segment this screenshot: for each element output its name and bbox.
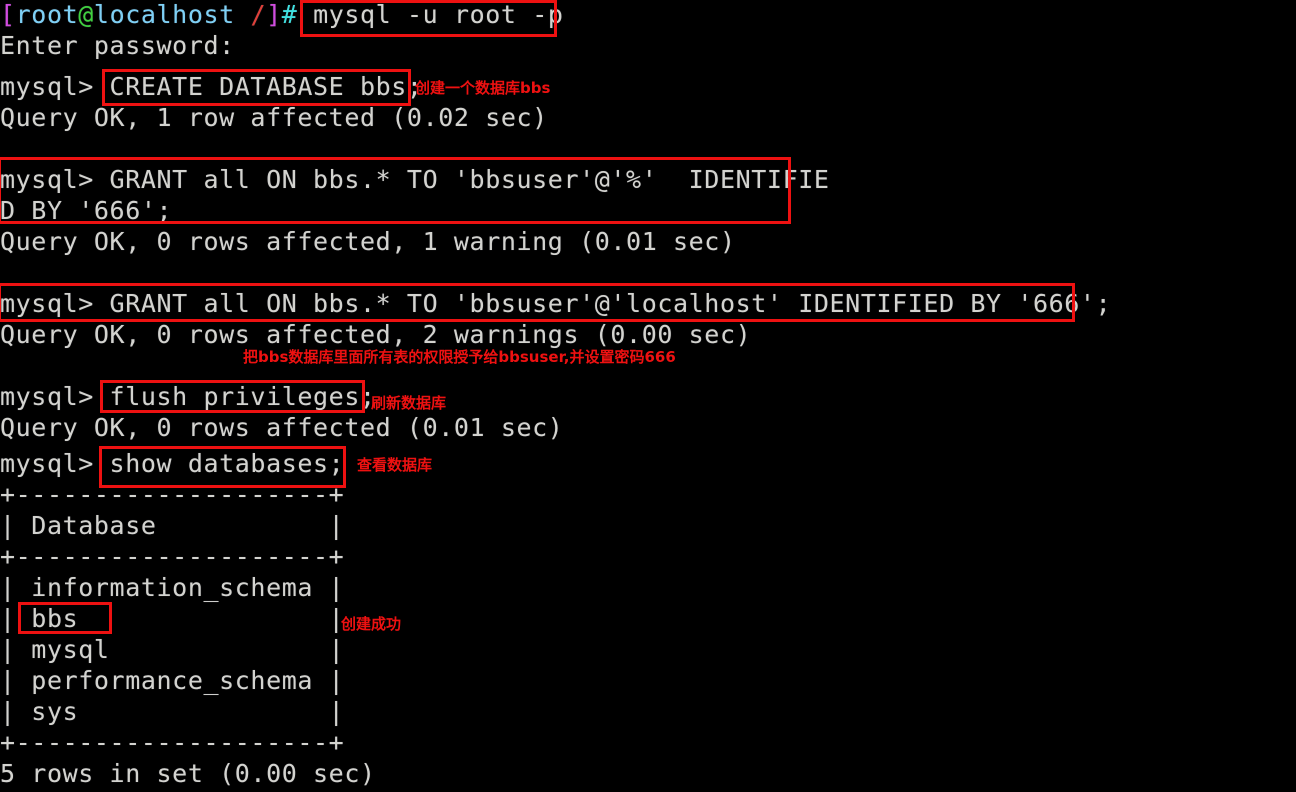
annotation-create-database: 创建一个数据库bbs: [415, 79, 551, 97]
table-header-row: | Database |: [0, 511, 345, 540]
prompt-at-symbol: @: [78, 0, 94, 29]
create-database-line: mysql> CREATE DATABASE bbs;: [0, 72, 423, 101]
flush-privileges-line: mysql> flush privileges;: [0, 382, 376, 411]
table-border-mid: +--------------------+: [0, 542, 345, 571]
prompt-path: /: [234, 0, 267, 29]
table-row: | sys |: [0, 697, 345, 726]
annotation-created-ok: 创建成功: [341, 615, 402, 633]
annotation-show-databases: 查看数据库: [357, 456, 433, 474]
prompt-open-bracket: [: [0, 0, 16, 29]
show-databases-line: mysql> show databases;: [0, 449, 345, 478]
table-border-bottom: +--------------------+: [0, 728, 345, 757]
prompt-user: root: [15, 0, 79, 29]
prompt-close-bracket: ]: [266, 0, 282, 29]
table-row: | information_schema |: [0, 573, 345, 602]
shell-prompt-line: [root@localhost /]# mysql -u root -p: [0, 0, 564, 30]
annotation-grant: 把bbs数据库里面所有表的权限授予给bbsuser,并设置密码666: [243, 348, 676, 366]
annotation-flush: 刷新数据库: [371, 394, 447, 412]
password-prompt-line: Enter password:: [0, 31, 235, 60]
query-result-line-1: Query OK, 1 row affected (0.02 sec): [0, 103, 548, 132]
prompt-hostname: localhost: [93, 0, 235, 29]
mysql-login-command: mysql -u root -p: [313, 0, 564, 29]
grant-remote-line-part2: D BY '666';: [0, 196, 173, 225]
prompt-hash-symbol: #: [281, 0, 314, 29]
terminal-window[interactable]: [root@localhost /]# mysql -u root -p Ent…: [0, 0, 1296, 792]
table-row: | performance_schema |: [0, 666, 345, 695]
query-result-line-2: Query OK, 0 rows affected, 1 warning (0.…: [0, 227, 736, 256]
rows-in-set-line: 5 rows in set (0.00 sec): [0, 759, 376, 788]
query-result-line-3: Query OK, 0 rows affected, 2 warnings (0…: [0, 320, 752, 349]
table-row: | bbs |: [0, 604, 345, 633]
grant-remote-line-part1: mysql> GRANT all ON bbs.* TO 'bbsuser'@'…: [0, 165, 830, 194]
table-border-top: +--------------------+: [0, 480, 345, 509]
grant-localhost-line: mysql> GRANT all ON bbs.* TO 'bbsuser'@'…: [0, 289, 1112, 318]
table-row: | mysql |: [0, 635, 345, 664]
query-result-line-4: Query OK, 0 rows affected (0.01 sec): [0, 413, 564, 442]
